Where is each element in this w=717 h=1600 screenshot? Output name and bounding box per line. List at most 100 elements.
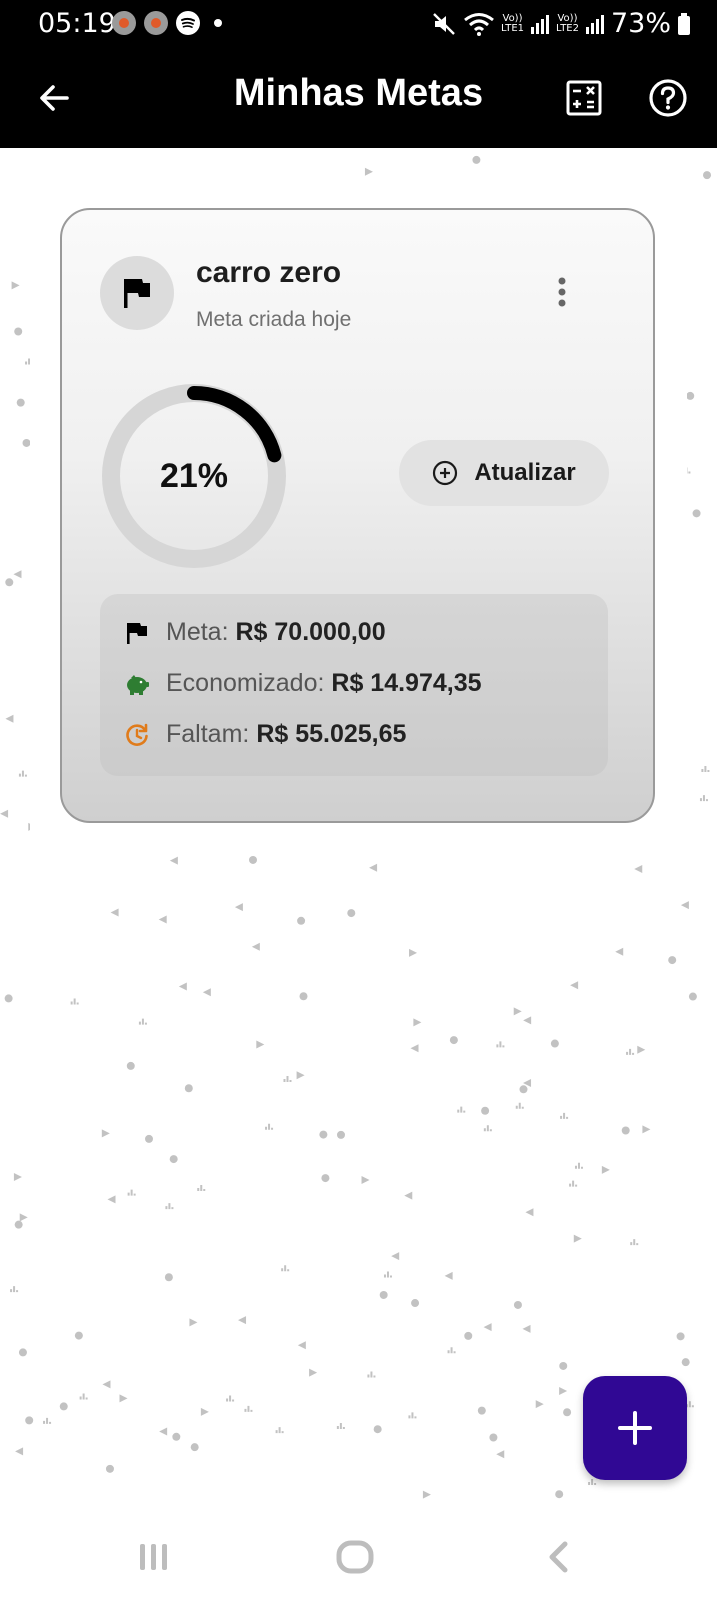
more-vertical-icon	[558, 277, 566, 307]
more-notifications-dot	[214, 19, 222, 27]
pattern-shape	[5, 714, 14, 723]
target-row: Meta: R$ 70.000,00	[124, 618, 386, 647]
pattern-shape	[373, 1425, 382, 1434]
pattern-shape	[19, 1213, 28, 1222]
pattern-shape	[164, 1273, 173, 1282]
page-title: Minhas Metas	[233, 72, 484, 114]
pattern-shape	[472, 155, 481, 164]
pattern-shape	[299, 992, 308, 1001]
notification-icons	[112, 11, 222, 35]
pattern-shape	[523, 1016, 532, 1025]
pattern-shape	[4, 994, 13, 1003]
pattern-shape	[16, 398, 25, 407]
pattern-shape	[297, 1341, 306, 1350]
pattern-shape	[570, 981, 579, 990]
pattern-shape	[391, 1252, 400, 1261]
help-icon	[649, 79, 687, 117]
pattern-shape	[265, 1123, 274, 1130]
pattern-shape	[515, 1102, 524, 1109]
pattern-shape	[668, 956, 677, 965]
pattern-shape	[680, 901, 689, 910]
pattern-shape	[685, 1401, 694, 1408]
pattern-shape	[336, 1130, 345, 1139]
home-button[interactable]	[325, 1532, 385, 1582]
pattern-shape	[686, 391, 695, 400]
pattern-shape	[165, 1203, 174, 1210]
pattern-shape	[367, 1371, 376, 1378]
add-goal-button[interactable]	[583, 1376, 687, 1480]
pattern-shape	[634, 864, 643, 873]
pattern-shape	[79, 1393, 88, 1400]
pattern-shape	[200, 1407, 209, 1416]
pattern-shape	[297, 916, 306, 925]
pattern-shape	[59, 1402, 68, 1411]
pattern-shape	[283, 1075, 292, 1082]
pattern-shape	[411, 1299, 420, 1308]
pattern-shape	[559, 1386, 568, 1395]
clock-refresh-icon	[124, 722, 150, 748]
pattern-shape	[573, 1234, 582, 1243]
pattern-shape	[275, 1427, 284, 1434]
pattern-shape	[169, 856, 178, 865]
pattern-shape	[496, 1041, 505, 1048]
pattern-shape	[159, 1427, 168, 1436]
pattern-shape	[369, 863, 378, 872]
battery-icon	[678, 12, 690, 35]
pattern-shape	[642, 1125, 651, 1134]
back-nav-button[interactable]	[528, 1532, 588, 1582]
pattern-shape	[676, 1332, 685, 1341]
pattern-shape	[178, 982, 187, 991]
pattern-shape	[688, 992, 697, 1001]
pattern-shape	[626, 1048, 635, 1055]
pattern-shape	[483, 1323, 492, 1332]
home-icon	[336, 1540, 374, 1574]
goal-avatar	[100, 256, 174, 330]
system-nav-bar	[0, 1514, 717, 1600]
pattern-shape	[14, 327, 23, 336]
goal-card[interactable]: carro zero Meta criada hoje 21% Atualiza…	[60, 208, 655, 823]
pattern-shape	[563, 1408, 572, 1417]
remaining-row: Faltam: R$ 55.025,65	[124, 720, 406, 749]
pattern-shape	[281, 1265, 290, 1272]
pattern-shape	[309, 1368, 318, 1377]
pattern-shape	[138, 1018, 147, 1025]
app-bar: Minhas Metas	[0, 50, 717, 148]
pattern-shape	[361, 1176, 370, 1185]
flag-icon	[124, 279, 150, 308]
pattern-shape	[444, 1271, 453, 1280]
pattern-shape	[513, 1007, 522, 1016]
recent-apps-button[interactable]	[124, 1532, 184, 1582]
goals-list-card: carro zero Meta criada hoje 21% Atualiza…	[30, 178, 687, 856]
status-time: 05:19	[38, 8, 116, 39]
pattern-shape	[107, 1195, 116, 1204]
pattern-shape	[11, 281, 20, 290]
pattern-shape	[535, 1400, 544, 1409]
pattern-shape	[449, 1036, 458, 1045]
pattern-shape	[464, 1331, 473, 1340]
update-button-label: Atualizar	[474, 459, 576, 486]
calculator-button[interactable]	[560, 74, 608, 122]
pattern-shape	[25, 1416, 34, 1425]
pattern-shape	[409, 948, 418, 957]
pattern-shape	[319, 1130, 328, 1139]
pattern-shape	[550, 1039, 559, 1048]
pattern-shape	[477, 1406, 486, 1415]
help-button[interactable]	[644, 74, 692, 122]
app-notification-icon	[112, 11, 136, 35]
pattern-shape	[692, 509, 701, 518]
pattern-shape	[379, 1290, 388, 1299]
pattern-shape	[145, 1134, 154, 1143]
pattern-shape	[238, 1316, 247, 1325]
pattern-shape	[18, 770, 27, 777]
mute-icon	[433, 12, 455, 35]
remaining-label: Faltam:	[166, 720, 250, 748]
pattern-shape	[496, 1450, 505, 1459]
pattern-shape	[18, 1348, 27, 1357]
sim1-label: Vo)) LTE1	[501, 12, 524, 34]
update-button[interactable]: Atualizar	[399, 440, 609, 506]
goal-options-button[interactable]	[542, 272, 582, 312]
pattern-shape	[383, 1271, 392, 1278]
pattern-shape	[321, 1174, 330, 1183]
pattern-shape	[102, 1380, 111, 1389]
calculator-icon	[566, 80, 602, 116]
